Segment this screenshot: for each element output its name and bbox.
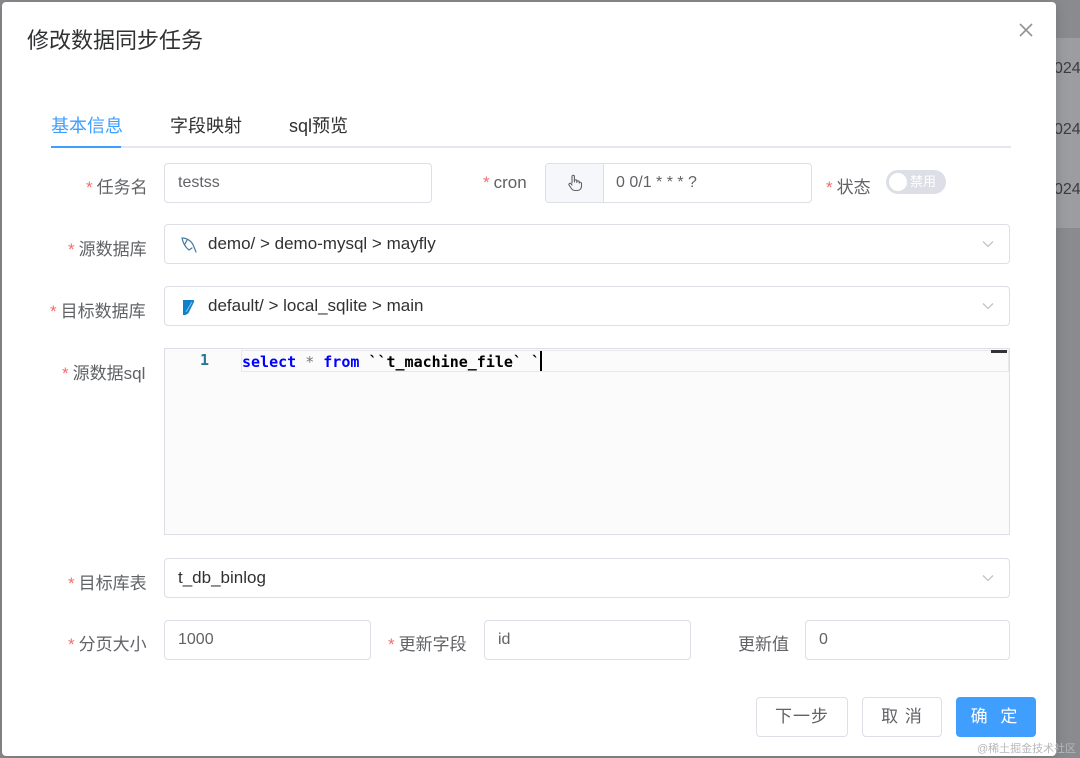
mysql-dolphin-icon <box>181 237 197 253</box>
line-number: 1 <box>200 351 210 369</box>
switch-knob <box>889 173 907 191</box>
source-sql-label: * 源数据sql <box>62 364 146 383</box>
background-row-text: 024 <box>1054 121 1080 138</box>
update-value-input[interactable]: 0 <box>805 620 1010 660</box>
background-row-text: 024 <box>1054 60 1080 77</box>
target-table-value: t_db_binlog <box>178 568 266 587</box>
sql-code-editor[interactable]: 1 select * from ``t_machine_file` ` <box>164 348 1010 535</box>
cron-value[interactable]: 0 0/1 * * * ? <box>616 164 697 202</box>
source-db-label: * 源数据库 <box>68 240 147 259</box>
target-db-select[interactable]: default/ > local_sqlite > main <box>164 286 1010 326</box>
update-value-label: 更新值 <box>738 635 789 654</box>
status-label: * 状态 <box>826 178 871 197</box>
sqlite-feather-icon <box>183 300 195 315</box>
dialog-title: 修改数据同步任务 <box>27 28 204 53</box>
source-db-select[interactable]: demo/ > demo-mysql > mayfly <box>164 224 1010 264</box>
active-tab-indicator <box>51 146 121 148</box>
text-cursor <box>540 351 543 371</box>
edit-sync-task-dialog: 修改数据同步任务 基本信息 字段映射 sql预览 * 任务名 testss * cr… <box>2 2 1056 756</box>
sql-operator: * <box>305 353 315 371</box>
status-switch[interactable]: 禁用 <box>886 170 946 194</box>
tab-sql-preview[interactable]: sql预览 <box>289 112 348 138</box>
target-db-label: * 目标数据库 <box>50 302 146 321</box>
next-step-button[interactable]: 下一步 <box>756 697 848 737</box>
chevron-down-icon <box>982 575 994 582</box>
close-icon[interactable] <box>1016 20 1036 40</box>
task-name-label: * 任务名 <box>86 178 148 197</box>
required-mark: * <box>826 178 833 197</box>
background-row-text: 024 <box>1054 181 1080 198</box>
watermark: @稀土掘金技术社区 <box>977 743 1077 755</box>
required-mark: * <box>388 635 395 654</box>
required-mark: * <box>62 364 69 383</box>
page-size-label: * 分页大小 <box>68 635 147 654</box>
source-db-value: demo/ > demo-mysql > mayfly <box>208 234 436 253</box>
switch-text: 禁用 <box>910 174 937 189</box>
confirm-button[interactable]: 确 定 <box>956 697 1036 737</box>
sql-keyword: from <box>323 353 360 371</box>
editor-scrollbar-marker <box>991 350 1007 353</box>
chevron-down-icon <box>982 303 994 310</box>
sql-identifier: ``t_machine_file` ` <box>368 353 541 371</box>
cron-picker-button[interactable] <box>546 164 604 202</box>
tab-field-mapping[interactable]: 字段映射 <box>170 112 242 138</box>
target-db-value: default/ > local_sqlite > main <box>208 296 424 315</box>
cancel-button[interactable]: 取 消 <box>862 697 942 737</box>
sql-keyword: select <box>242 353 297 371</box>
hand-pointer-icon <box>568 174 583 192</box>
required-mark: * <box>483 173 490 192</box>
cron-label: * cron <box>483 173 527 192</box>
target-table-label: * 目标库表 <box>68 574 147 593</box>
cron-input-group: 0 0/1 * * * ? <box>545 163 812 203</box>
chevron-down-icon <box>982 241 994 248</box>
update-field-label: * 更新字段 <box>388 635 467 654</box>
sql-code-line[interactable]: select * from ``t_machine_file` ` <box>242 351 543 371</box>
required-mark: * <box>68 240 75 259</box>
tab-basic-info[interactable]: 基本信息 <box>51 112 123 138</box>
page-size-input[interactable]: 1000 <box>164 620 371 660</box>
update-field-input[interactable]: id <box>484 620 691 660</box>
required-mark: * <box>50 302 57 321</box>
target-table-select[interactable]: t_db_binlog <box>164 558 1010 598</box>
tab-bar: 基本信息 字段映射 sql预览 <box>51 102 1011 148</box>
required-mark: * <box>68 574 75 593</box>
task-name-input[interactable]: testss <box>164 163 432 203</box>
required-mark: * <box>86 178 93 197</box>
required-mark: * <box>68 635 75 654</box>
